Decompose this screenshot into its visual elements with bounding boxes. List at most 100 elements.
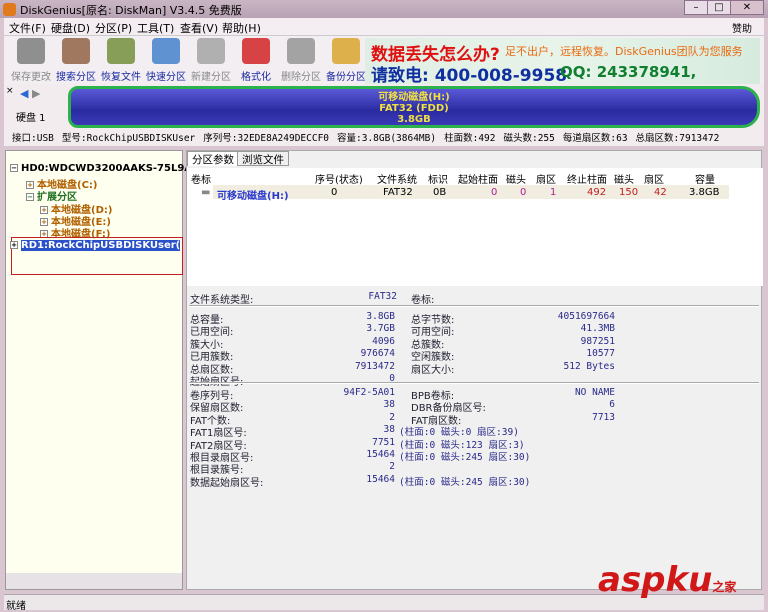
- interface: 接口:USB: [12, 133, 54, 144]
- toolbar-label: 保存更改: [11, 72, 51, 83]
- minimize-button[interactable]: –: [684, 0, 708, 15]
- partition-fs: FAT32 (FDD): [379, 103, 449, 114]
- cell-id: 0B: [433, 187, 447, 198]
- close-icon[interactable]: ×: [6, 86, 14, 96]
- maximize-button[interactable]: □: [707, 0, 731, 15]
- detail-label: 起始扇区号:: [190, 377, 244, 388]
- col-end-sector[interactable]: 扇区: [644, 171, 664, 186]
- toolbar-label: 恢复文件: [101, 72, 141, 83]
- toolbar-button-0[interactable]: 保存更改: [8, 38, 54, 83]
- detail-value: 7751: [372, 436, 395, 448]
- col-start-cyl[interactable]: 起始柱面: [458, 171, 498, 186]
- partition-size: 3.8GB: [397, 114, 431, 125]
- toolbar-button-6[interactable]: 删除分区: [278, 38, 324, 83]
- partition-details: 文件系统类型: FAT32 卷标: 总容量: 3.8GB 总字节数: 40516976…: [187, 287, 763, 489]
- recover-icon: [107, 38, 135, 64]
- tree-label: RD1:RockChipUSBDISKUser(: [21, 240, 181, 251]
- sectors-per-track: 每道扇区数:63: [562, 133, 628, 144]
- detail-value: 3.8GB: [366, 311, 395, 322]
- sponsor-link[interactable]: 赞助: [732, 20, 752, 35]
- detail-value: 3.7GB: [366, 323, 395, 335]
- cell-fs: FAT32: [383, 187, 413, 198]
- total-sectors: 总扇区数:7913472: [635, 133, 720, 144]
- col-id[interactable]: 标识: [428, 171, 448, 186]
- disk-tree: − HD0:WDCWD3200AAKS-75L9A0( + 本地磁盘(C:) − 扩展…: [5, 150, 204, 590]
- detail-value: 976674: [360, 348, 395, 360]
- detail-chs: (柱面:0 磁头:245 扇区:30): [399, 476, 531, 488]
- detail-value: 94F2-5A01: [343, 387, 395, 398]
- detail-value: 2: [389, 411, 395, 423]
- watermark-logo: aspku之家: [598, 560, 737, 600]
- save-icon: [17, 38, 45, 64]
- detail-label: 扇区大小:: [411, 364, 455, 376]
- toolbar-button-2[interactable]: 恢复文件: [98, 38, 144, 83]
- menu-help[interactable]: 帮助(H): [222, 20, 261, 36]
- window-title: DiskGenius[原名: DiskMan] V3.4.5 免费版: [20, 4, 242, 17]
- disk-info: 接口:USB 型号:RockChipUSBDISKUser 序列号:32EDE8A2…: [12, 130, 727, 144]
- menu-tools[interactable]: 工具(T): [137, 20, 174, 36]
- col-capacity[interactable]: 容量: [695, 171, 715, 186]
- tree-hd0[interactable]: − HD0:WDCWD3200AAKS-75L9A0(: [10, 163, 204, 174]
- cell-end-sector: 42: [654, 187, 667, 198]
- close-button[interactable]: ✕: [730, 0, 764, 15]
- detail-value: 4096: [372, 335, 395, 347]
- toolbar-button-5[interactable]: 格式化: [233, 38, 279, 83]
- detail-value: 6: [609, 399, 615, 411]
- detail-value: 512 Bytes: [563, 360, 615, 372]
- tree-rd1[interactable]: + RD1:RockChipUSBDISKUser(: [10, 240, 181, 251]
- volume-label-label: 卷标:: [411, 295, 435, 306]
- col-end-cyl[interactable]: 终止柱面: [567, 171, 607, 186]
- col-start-head[interactable]: 磁头: [506, 171, 526, 186]
- ad-banner[interactable]: 数据丢失怎么办? 足不出户，远程恢复。DiskGenius团队为您服务 请致电:…: [365, 38, 760, 99]
- delete-icon: [287, 38, 315, 64]
- detail-value: 15464: [366, 473, 395, 485]
- detail-value: 2: [389, 461, 395, 473]
- menu-view[interactable]: 查看(V): [180, 20, 218, 36]
- col-start-sector[interactable]: 扇区: [536, 171, 556, 186]
- toolbar-label: 新建分区: [191, 72, 231, 83]
- partition-bar[interactable]: 可移动磁盘(H:) FAT32 (FDD) 3.8GB: [68, 86, 760, 128]
- format-icon: [242, 38, 270, 64]
- capacity: 容量:3.8GB(3864MB): [337, 133, 437, 144]
- detail-value: 7713: [592, 411, 615, 423]
- next-disk-icon[interactable]: ▶: [32, 87, 40, 100]
- menu-bar: 文件(F) 硬盘(D) 分区(P) 工具(T) 查看(V) 帮助(H) 赞助: [4, 18, 764, 36]
- new-partition-icon: [197, 38, 225, 64]
- detail-value: 38: [383, 424, 395, 436]
- search-icon: [62, 38, 90, 64]
- detail-chs: (柱面:0 磁头:245 扇区:30): [399, 452, 531, 463]
- disk-label: 硬盘 1: [16, 113, 46, 124]
- toolbar-button-1[interactable]: 搜索分区: [53, 38, 99, 83]
- horizontal-scrollbar[interactable]: [6, 573, 182, 589]
- toolbar-button-7[interactable]: 备份分区: [323, 38, 369, 83]
- model: 型号:RockChipUSBDISKUser: [61, 133, 196, 144]
- toolbar-label: 搜索分区: [56, 72, 96, 83]
- menu-file[interactable]: 文件(F): [9, 20, 46, 36]
- fs-type-value: FAT32: [368, 291, 397, 302]
- tree-label: HD0:WDCWD3200AAKS-75L9A0(: [21, 163, 204, 174]
- toolbar-label: 快速分区: [146, 72, 186, 83]
- col-end-head[interactable]: 磁头: [614, 171, 634, 186]
- col-volume[interactable]: 卷标: [191, 171, 211, 186]
- table-row-selected[interactable]: [213, 185, 729, 199]
- fs-type-label: 文件系统类型:: [190, 295, 254, 306]
- quick-partition-icon: [152, 38, 180, 64]
- prev-disk-icon[interactable]: ◀: [20, 87, 28, 100]
- menu-disk[interactable]: 硬盘(D): [51, 20, 90, 36]
- ad-phone: 请致电: 400-008-9958: [371, 66, 568, 86]
- tab-browse-files[interactable]: 浏览文件: [237, 151, 289, 166]
- cell-end-head: 150: [619, 187, 639, 198]
- menu-partition[interactable]: 分区(P): [95, 20, 132, 36]
- cylinders: 柱面数:492: [444, 133, 496, 144]
- tab-partition-params[interactable]: 分区参数: [187, 151, 239, 166]
- backup-icon: [332, 38, 360, 64]
- detail-value: 15464: [366, 449, 395, 460]
- detail-value: 4051697664: [557, 311, 615, 322]
- col-fs[interactable]: 文件系统: [377, 171, 417, 186]
- detail-value: 41.3MB: [580, 323, 615, 335]
- partition-table: 卷标 序号(状态) 文件系统 标识 起始柱面 磁头 扇区 终止柱面 磁头 扇区 …: [187, 168, 763, 286]
- app-icon: [3, 3, 16, 16]
- col-index[interactable]: 序号(状态): [315, 171, 363, 186]
- toolbar-button-4[interactable]: 新建分区: [188, 38, 234, 83]
- toolbar-button-3[interactable]: 快速分区: [143, 38, 189, 83]
